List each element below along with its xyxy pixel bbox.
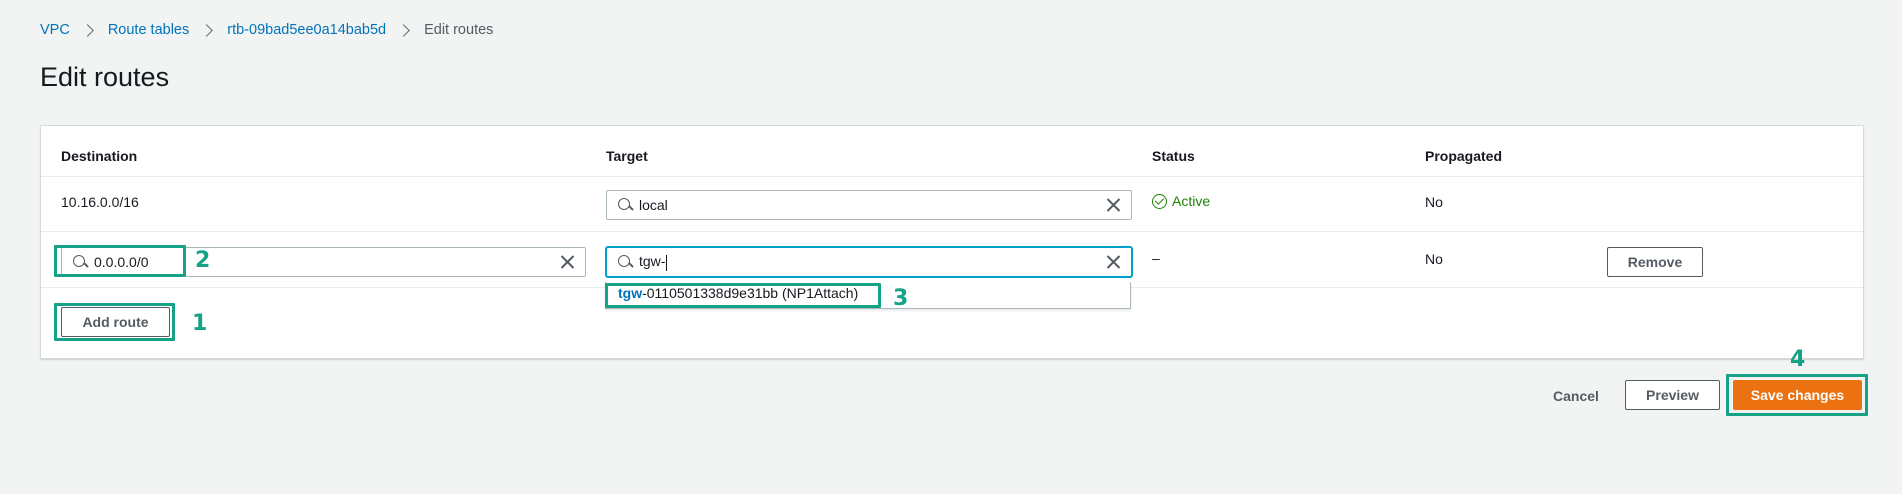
clear-icon[interactable] <box>559 254 575 270</box>
row2-status: – <box>1152 250 1160 266</box>
row1-target-value: local <box>639 197 668 213</box>
routes-panel: Destination Target Status Propagated 10.… <box>40 125 1864 359</box>
chevron-right-icon <box>397 23 410 37</box>
target-suggestions-dropdown: tgw-0110501338d9e31bb (NP1Attach) <box>605 282 1131 309</box>
divider <box>41 176 1863 177</box>
clear-icon[interactable] <box>1105 197 1121 213</box>
breadcrumb-route-tables[interactable]: Route tables <box>108 22 189 38</box>
row2-target-input[interactable]: tgw- <box>606 247 1132 277</box>
row2-destination-value: 0.0.0.0/0 <box>94 254 149 270</box>
chevron-right-icon <box>200 23 214 37</box>
col-header-target: Target <box>606 148 648 164</box>
text-caret <box>666 254 668 271</box>
col-header-status: Status <box>1152 148 1195 164</box>
col-header-propagated: Propagated <box>1425 148 1503 164</box>
check-circle-icon <box>1152 193 1167 209</box>
row2-target-value: tgw- <box>639 253 1105 271</box>
page-title: Edit routes <box>40 62 170 92</box>
annotation-number-4: 4 <box>1790 347 1806 372</box>
dropdown-option-tgw[interactable]: tgw-0110501338d9e31bb (NP1Attach) <box>618 285 858 301</box>
divider <box>41 231 1863 232</box>
row1-destination: 10.16.0.0/16 <box>61 194 139 210</box>
row1-status: Active <box>1152 193 1210 209</box>
annotation-number-3: 3 <box>893 286 909 311</box>
search-icon <box>72 254 88 270</box>
row2-destination-input[interactable]: 0.0.0.0/0 <box>61 247 586 277</box>
annotation-number-2: 2 <box>195 248 211 273</box>
dropdown-option-rest: -0110501338d9e31bb (NP1Attach) <box>642 285 859 301</box>
cancel-button[interactable]: Cancel <box>1553 388 1599 404</box>
breadcrumb-route-table-id[interactable]: rtb-09bad5ee0a14bab5d <box>227 22 386 38</box>
chevron-right-icon <box>80 23 94 37</box>
remove-button[interactable]: Remove <box>1607 247 1703 277</box>
row1-target-input[interactable]: local <box>606 190 1132 220</box>
clear-icon[interactable] <box>1105 254 1121 270</box>
preview-button[interactable]: Preview <box>1625 380 1720 410</box>
search-icon <box>617 197 633 213</box>
row2-propagated: No <box>1425 251 1443 267</box>
col-header-destination: Destination <box>61 148 138 164</box>
save-changes-button[interactable]: Save changes <box>1733 380 1862 410</box>
annotation-number-1: 1 <box>192 311 208 336</box>
breadcrumb-current: Edit routes <box>424 22 494 38</box>
search-icon <box>617 254 633 270</box>
row1-status-text: Active <box>1172 193 1211 209</box>
add-route-button[interactable]: Add route <box>61 307 170 337</box>
dropdown-option-match: tgw <box>618 285 643 301</box>
row2-target-text: tgw- <box>639 253 666 270</box>
breadcrumb-vpc[interactable]: VPC <box>40 22 70 38</box>
breadcrumb: VPC Route tables rtb-09bad5ee0a14bab5d E… <box>40 20 493 40</box>
row1-propagated: No <box>1425 194 1443 210</box>
